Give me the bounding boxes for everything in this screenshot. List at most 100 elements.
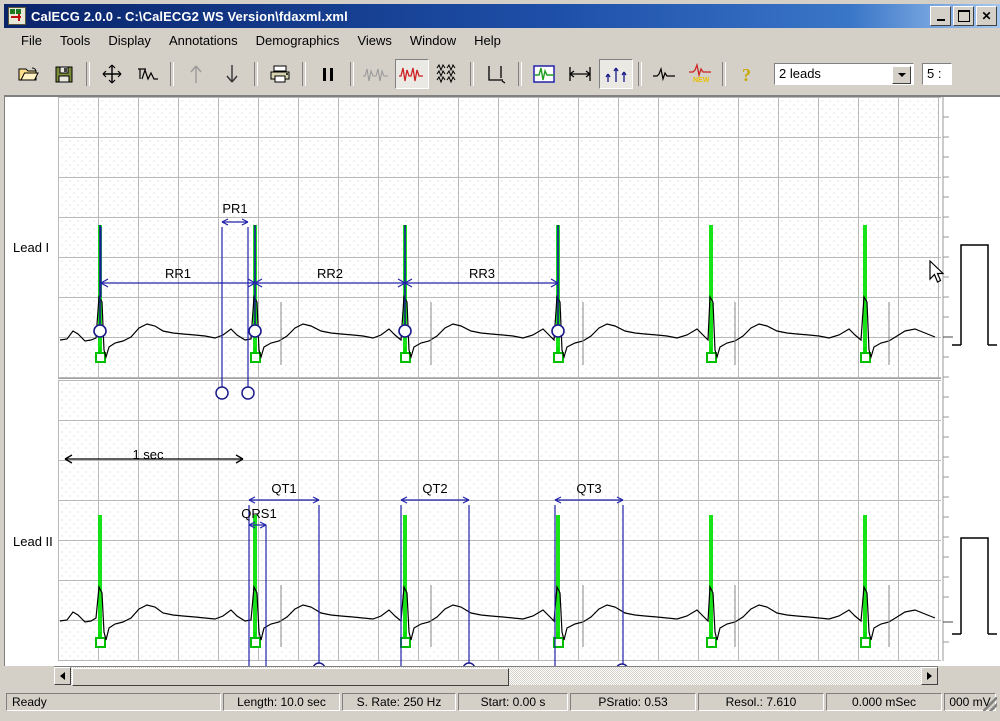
- toolbar-separator: [350, 61, 354, 86]
- application-window: CalECG 2.0.0 - C:\CalECG2 WS Version\fda…: [0, 0, 1000, 721]
- calibration-pulse-lead-2: [952, 537, 997, 635]
- beat-handles-lead-1: [95, 347, 871, 363]
- toolbar-separator: [254, 61, 258, 86]
- question-mark-icon: ?: [742, 65, 751, 85]
- status-resolution: Resol.: 7.610: [698, 693, 824, 711]
- scroll-right-button[interactable]: [921, 667, 938, 685]
- r-peak-markers-lead-2: [98, 515, 867, 640]
- menu-file[interactable]: File: [12, 30, 51, 51]
- maximize-button[interactable]: [953, 6, 974, 26]
- crop-button[interactable]: [479, 59, 513, 89]
- lead-count-dropdown[interactable]: 2 leads: [774, 62, 914, 85]
- beat-handles-lead-2: [95, 632, 871, 648]
- menu-demographics[interactable]: Demographics: [247, 30, 349, 51]
- status-message: Ready: [6, 693, 221, 711]
- save-button[interactable]: [47, 59, 81, 89]
- beat-detect-button[interactable]: [395, 58, 429, 89]
- annotation-label-qrs1: QRS1: [241, 506, 276, 521]
- menu-help[interactable]: Help: [465, 30, 510, 51]
- status-samplerate: S. Rate: 250 Hz: [342, 693, 456, 711]
- new-red-wave-icon: NEW: [689, 62, 711, 84]
- pr1-end-handle[interactable]: [241, 386, 255, 400]
- ecg-trace-lead-1: [59, 294, 936, 360]
- calibration-pulse-lead-1: [952, 244, 997, 346]
- annotation-qt2: [400, 496, 470, 667]
- grid-view-button[interactable]: [431, 59, 465, 89]
- beat-nav-disabled-button[interactable]: [359, 59, 393, 89]
- single-beat-button[interactable]: [647, 59, 681, 89]
- scrollbar-thumb[interactable]: [72, 668, 509, 686]
- single-wave-icon: [653, 66, 675, 81]
- chevron-down-icon[interactable]: [892, 65, 911, 84]
- toolbar-separator: [302, 61, 306, 86]
- move-up-button[interactable]: [179, 59, 213, 89]
- interval-arrow-icon: [569, 66, 591, 81]
- status-psratio: PSratio: 0.53: [570, 693, 696, 711]
- annotate-points-button[interactable]: [599, 58, 633, 89]
- svg-text:NEW: NEW: [693, 77, 710, 84]
- beat-navigation-icon: [363, 68, 388, 81]
- pause-button[interactable]: [311, 59, 345, 89]
- status-bar: Ready Length: 10.0 sec S. Rate: 250 Hz S…: [4, 691, 1000, 713]
- open-file-button[interactable]: [11, 59, 45, 89]
- menu-display[interactable]: Display: [99, 30, 160, 51]
- minimize-button[interactable]: [930, 6, 951, 26]
- menu-views[interactable]: Views: [348, 30, 400, 51]
- measure-wave-button[interactable]: [131, 59, 165, 89]
- ecg-trace-lead-2: [59, 584, 936, 641]
- amplitude-ruler: [942, 97, 953, 661]
- arrow-down-icon: [226, 64, 238, 82]
- ecg-overlay: PR1 RR1 RR2 RR3 1 sec QT1 QRS1 QT2 QT3: [59, 97, 997, 667]
- pr1-start-handle[interactable]: [215, 386, 229, 400]
- time-scale-label: 1 sec: [132, 447, 164, 462]
- annotation-label-pr1: PR1: [222, 201, 247, 216]
- annotation-rr-lines: [100, 227, 559, 297]
- scale-dropdown[interactable]: 5 :: [922, 62, 952, 85]
- crosshair-button[interactable]: [95, 59, 129, 89]
- title-bar: CalECG 2.0.0 - C:\CalECG2 WS Version\fda…: [4, 4, 1000, 28]
- menu-tools[interactable]: Tools: [51, 30, 99, 51]
- horizontal-scrollbar[interactable]: [54, 666, 938, 686]
- annotation-label-qt1: QT1: [271, 481, 296, 496]
- annotation-arrows-icon: [605, 67, 627, 82]
- menu-annotations[interactable]: Annotations: [160, 30, 247, 51]
- toolbar-separator: [470, 61, 474, 86]
- toolbar-separator: [722, 61, 726, 86]
- move-down-button[interactable]: [215, 59, 249, 89]
- lead-2-group: [59, 496, 936, 667]
- annotation-label-qt2: QT2: [422, 481, 447, 496]
- floppy-disk-icon: [55, 66, 73, 82]
- pause-bars-icon: [323, 67, 333, 81]
- print-button[interactable]: [263, 59, 297, 89]
- crop-icon: [488, 65, 506, 83]
- menu-bar: File Tools Display Annotations Demograph…: [4, 28, 1000, 52]
- toolbar-separator: [518, 61, 522, 86]
- printer-icon: [270, 65, 290, 82]
- lead-count-value: 2 leads: [779, 66, 821, 81]
- toolbar-separator: [86, 61, 90, 86]
- annotation-label-rr3: RR3: [469, 266, 495, 281]
- interval-measure-button[interactable]: [563, 59, 597, 89]
- window-controls: ✕: [930, 6, 997, 26]
- wave-caliper-icon: [138, 67, 158, 81]
- crosshair-icon: [102, 64, 122, 83]
- status-start: Start: 0.00 s: [458, 693, 568, 711]
- new-beat-button[interactable]: NEW: [683, 59, 717, 89]
- resize-grip[interactable]: [983, 697, 997, 711]
- annotation-label-rr1: RR1: [165, 266, 191, 281]
- scale-value: 5 :: [927, 66, 942, 81]
- menu-window[interactable]: Window: [401, 30, 465, 51]
- help-button[interactable]: ?: [731, 59, 765, 89]
- close-button[interactable]: ✕: [976, 6, 997, 26]
- open-folder-icon: [18, 67, 39, 80]
- lead-select-button[interactable]: [527, 59, 561, 89]
- app-icon: [8, 7, 26, 25]
- scroll-left-button[interactable]: [54, 667, 71, 685]
- grid-waveform-icon: [436, 63, 456, 83]
- window-title: CalECG 2.0.0 - C:\CalECG2 WS Version\fda…: [31, 8, 348, 24]
- red-beats-icon: [399, 67, 423, 81]
- toolbar-separator: [638, 61, 642, 86]
- status-msec: 0.000 mSec: [826, 693, 942, 711]
- svg-text:?: ?: [742, 65, 751, 85]
- toolbar: NEW ? 2 leads 5 :: [4, 52, 1000, 96]
